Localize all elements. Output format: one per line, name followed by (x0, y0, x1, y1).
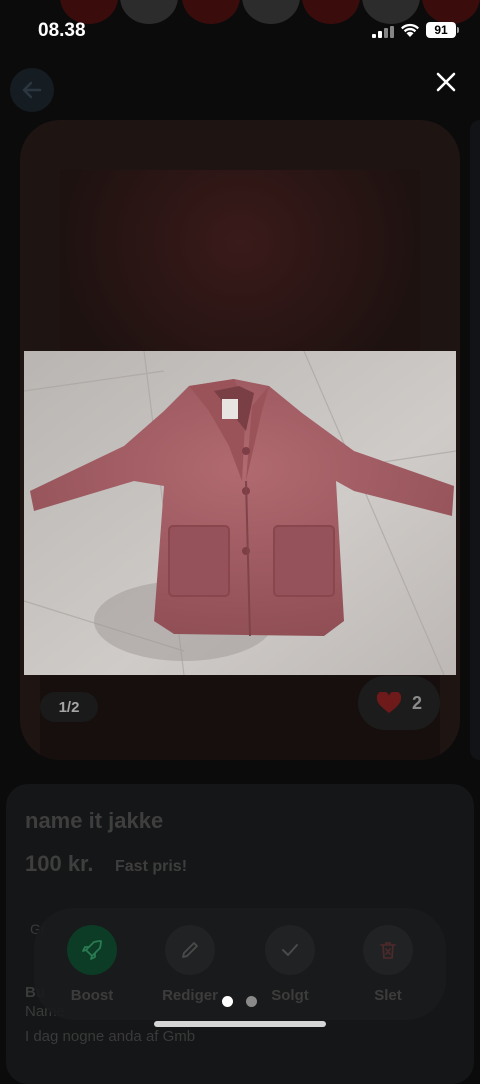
status-bar: 08.38 91 (0, 0, 480, 60)
like-button[interactable]: 2 (358, 676, 440, 730)
boost-button[interactable]: Boost (47, 925, 137, 1004)
boost-label: Boost (70, 987, 114, 1004)
battery-tip (457, 27, 459, 33)
close-icon (436, 72, 456, 92)
status-time: 08.38 (38, 20, 86, 41)
boost-icon-circle (67, 925, 117, 975)
arrow-left-icon (22, 81, 42, 99)
listing-price: 100 kr. (25, 851, 94, 876)
listing-title: name it jakke (25, 808, 164, 833)
trash-icon (380, 942, 396, 959)
delete-icon-circle (363, 925, 413, 975)
image-counter: 1/2 (40, 692, 98, 722)
price-note: Fast pris! (115, 858, 188, 875)
page-dot-active (222, 996, 233, 1007)
coat-image (24, 351, 456, 675)
check-icon (282, 944, 298, 956)
battery-indicator: 91 (426, 22, 456, 38)
page-indicator (222, 996, 262, 1008)
page-dot (246, 996, 257, 1007)
description-line-2: I dag nogne anda af Gmb (25, 1028, 196, 1045)
delete-button[interactable]: Slet (343, 925, 433, 1004)
edit-icon-circle (165, 925, 215, 975)
heart-icon (376, 692, 402, 713)
like-count: 2 (411, 692, 422, 713)
rocket-icon (82, 940, 102, 960)
close-button[interactable] (424, 60, 468, 104)
home-indicator (154, 1021, 326, 1027)
wifi-icon (401, 23, 419, 37)
cellular-signal-icon (372, 26, 394, 38)
edit-button[interactable]: Rediger (145, 925, 235, 1004)
pencil-icon (182, 942, 198, 958)
sold-icon-circle (265, 925, 315, 975)
next-card-edge (470, 120, 480, 760)
sold-button[interactable]: Solgt (245, 925, 335, 1004)
delete-label: Slet (374, 987, 402, 1004)
product-photo[interactable] (24, 351, 456, 675)
back-button[interactable] (10, 68, 54, 112)
